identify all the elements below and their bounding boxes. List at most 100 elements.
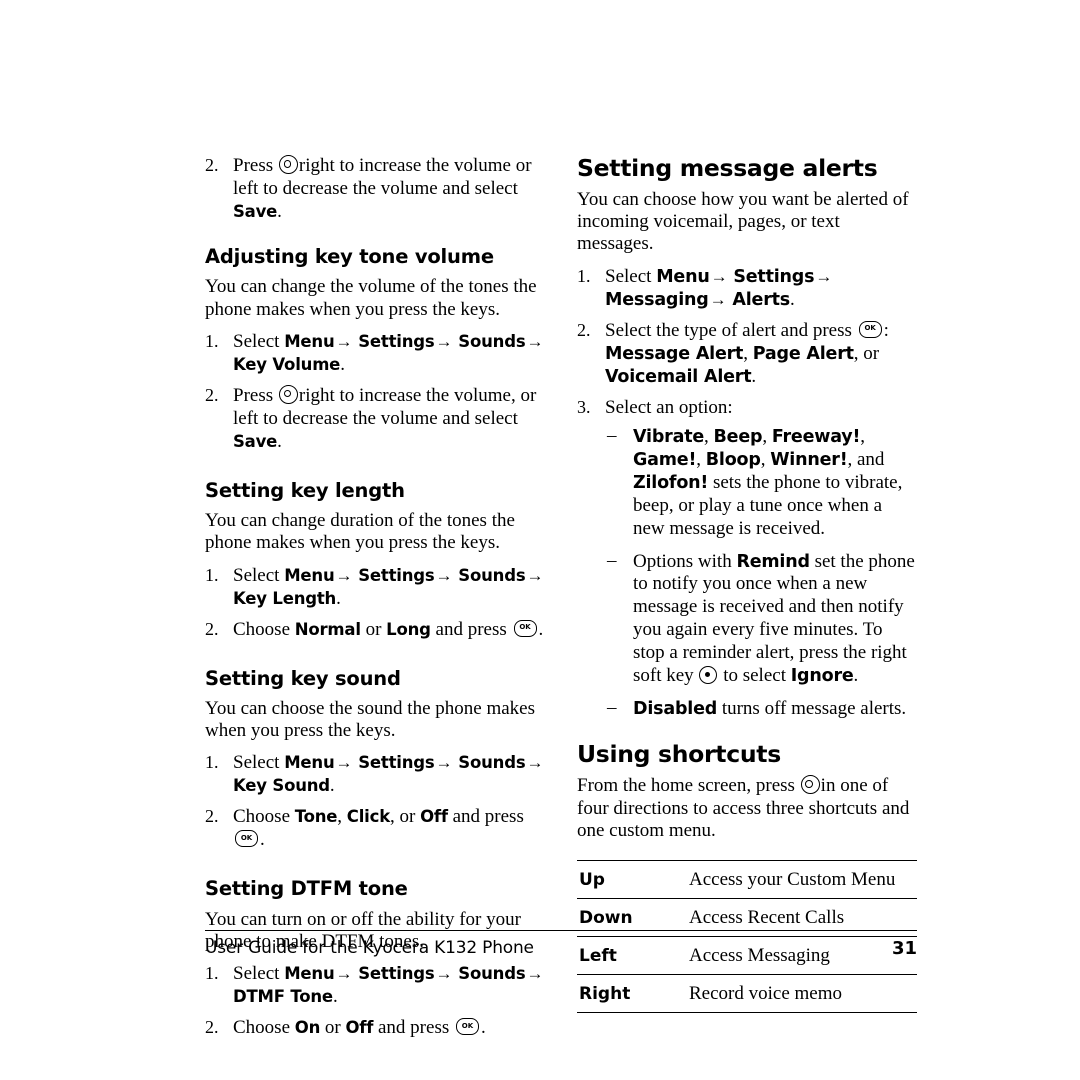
step-text: , or bbox=[389, 806, 416, 828]
steps-setting-message-alerts: 1. Select Menu→ Settings→ Messaging→ Aler… bbox=[577, 266, 917, 722]
ui-label-message-alert: Message Alert bbox=[605, 343, 744, 364]
ui-label-settings: Settings bbox=[358, 753, 435, 773]
option-item-disabled: – Disabled turns off message alerts. bbox=[605, 697, 917, 721]
ui-label-off: Off bbox=[345, 1018, 374, 1038]
arrow-icon: → bbox=[335, 565, 353, 585]
step-number: 2. bbox=[205, 618, 219, 639]
step-item: 1. Select Menu→ Settings→ Sounds→ Key Vol… bbox=[205, 331, 545, 377]
step-text: . bbox=[277, 430, 282, 452]
ui-label-settings: Settings bbox=[733, 266, 815, 287]
footer-title: User Guide for the Kyocera K132 Phone bbox=[205, 938, 534, 958]
step-item: 2. Choose Tone, Click, or Off and press . bbox=[205, 806, 545, 852]
step-number: 2. bbox=[205, 384, 219, 405]
step-item: 3. Select an option: – Vibrate, Beep, Fre… bbox=[577, 397, 917, 722]
step-text: and press bbox=[435, 618, 507, 640]
step-number: 2. bbox=[205, 155, 219, 175]
step-item: 2. Choose Normal or Long and press . bbox=[205, 619, 545, 642]
step-text: Choose bbox=[233, 618, 290, 640]
dash-marker: – bbox=[607, 549, 617, 571]
paragraph-setting-message-alerts: You can choose how you want be alerted o… bbox=[577, 189, 909, 255]
ui-label-bloop: Bloop bbox=[705, 449, 761, 470]
step-text: Press bbox=[233, 384, 274, 406]
table-cell-value: Record voice memo bbox=[689, 983, 843, 1005]
ui-label-menu: Menu bbox=[284, 331, 335, 351]
step-text: . bbox=[260, 829, 265, 851]
ui-label-messaging: Messaging bbox=[605, 289, 709, 310]
nav-key-icon bbox=[800, 775, 820, 795]
step-item: 2. Choose On or Off and press . bbox=[205, 1017, 545, 1040]
step-text: Select an option: bbox=[605, 396, 733, 418]
arrow-icon: → bbox=[335, 331, 353, 351]
step-text: Press bbox=[233, 155, 274, 176]
table-row: Up Access your Custom Menu bbox=[577, 860, 917, 899]
ui-label-beep: Beep bbox=[713, 426, 763, 447]
table-cell-value: Access your Custom Menu bbox=[689, 869, 896, 891]
ok-key-icon bbox=[513, 619, 537, 637]
option-item-tones: – Vibrate, Beep, Freeway!, Game!, Bloop,… bbox=[605, 425, 917, 541]
step-number: 1. bbox=[205, 963, 219, 984]
step-item: 2. Select the type of alert and press : M… bbox=[577, 320, 917, 389]
ui-label-normal: Normal bbox=[294, 619, 361, 639]
paragraph-using-shortcuts: From the home screen, press in one of fo… bbox=[577, 775, 917, 842]
ui-label-freeway: Freeway! bbox=[771, 426, 861, 447]
option-text: , bbox=[696, 448, 702, 470]
heading-adjusting-key-tone-volume: Adjusting key tone volume bbox=[205, 244, 494, 268]
step-item: 1. Select Menu→ Settings→ Sounds→ Key Len… bbox=[205, 565, 545, 611]
step-text: or bbox=[365, 618, 382, 640]
step-text: and press bbox=[378, 1017, 450, 1039]
step-text: right to increase the volume or left to … bbox=[233, 155, 532, 199]
step-number: 3. bbox=[577, 396, 591, 417]
steps-setting-key-length: 1. Select Menu→ Settings→ Sounds→ Key Len… bbox=[205, 565, 545, 642]
step-text: Choose bbox=[233, 806, 290, 828]
step-text: or bbox=[324, 1017, 341, 1039]
ui-label-menu: Menu bbox=[284, 565, 335, 585]
ui-label-remind: Remind bbox=[736, 551, 810, 572]
option-item-remind: – Options with Remind set the phone to n… bbox=[605, 549, 917, 689]
table-cell-key: Right bbox=[579, 984, 631, 1005]
arrow-icon: → bbox=[815, 266, 833, 286]
arrow-icon: → bbox=[335, 964, 353, 984]
ui-label-long: Long bbox=[386, 619, 431, 639]
option-text: , bbox=[704, 425, 709, 447]
ui-label-sounds: Sounds bbox=[458, 753, 526, 773]
ui-label: Save bbox=[233, 201, 278, 221]
shortcuts-table: Up Access your Custom Menu Down Access R… bbox=[577, 860, 917, 1013]
ui-label-off: Off bbox=[420, 807, 448, 827]
step-text: . bbox=[790, 288, 795, 310]
ui-label-key-length: Key Length bbox=[233, 588, 337, 608]
footer-divider bbox=[205, 930, 917, 931]
paragraph-adjusting-key-tone-volume: You can change the volume of the tones t… bbox=[205, 276, 537, 320]
soft-key-icon bbox=[699, 666, 718, 685]
ui-label-on: On bbox=[294, 1018, 321, 1038]
table-cell-key: Up bbox=[579, 870, 605, 891]
steps-setting-key-sound: 1. Select Menu→ Settings→ Sounds→ Key Sou… bbox=[205, 752, 545, 852]
heading-setting-dtfm-tone: Setting DTFM tone bbox=[205, 877, 408, 901]
step-text: . bbox=[751, 365, 757, 387]
nav-key-icon bbox=[278, 384, 298, 404]
paragraph-setting-key-length: You can change duration of the tones the… bbox=[205, 510, 515, 554]
step-item: 2. Press right to increase the volume, or… bbox=[205, 384, 545, 454]
step-text: . bbox=[336, 587, 341, 609]
ui-label-sounds: Sounds bbox=[458, 964, 526, 984]
ui-label-key-sound: Key Sound bbox=[233, 776, 330, 796]
arrow-icon: → bbox=[710, 266, 728, 286]
step-text: . bbox=[538, 618, 544, 640]
document-page: 2. Press right to increase the volume or … bbox=[0, 0, 1080, 1080]
ui-label-save: Save bbox=[233, 431, 278, 451]
step-text: . bbox=[329, 775, 335, 797]
arrow-icon: → bbox=[526, 331, 544, 351]
right-column: Setting message alerts You can choose ho… bbox=[577, 154, 917, 1013]
footer-page-number: 31 bbox=[891, 938, 917, 959]
step-item: 1. Select Menu→ Settings→ Sounds→ Key Sou… bbox=[205, 752, 545, 798]
option-text: to select bbox=[723, 665, 786, 687]
step-text: , or bbox=[853, 342, 880, 364]
steps-adjusting-key-tone-volume: 1. Select Menu→ Settings→ Sounds→ Key Vol… bbox=[205, 331, 545, 454]
paragraph-setting-key-sound: You can choose the sound the phone makes… bbox=[205, 697, 535, 742]
step-text: . bbox=[332, 986, 338, 1008]
step-text: Select bbox=[605, 265, 652, 287]
step-text: Select bbox=[233, 963, 280, 985]
ui-label-sounds: Sounds bbox=[458, 331, 526, 351]
step-item: 1. Select Menu→ Settings→ Sounds→ DTMF To… bbox=[205, 963, 545, 1009]
arrow-icon: → bbox=[435, 331, 453, 351]
table-row: Left Access Messaging bbox=[577, 937, 917, 975]
